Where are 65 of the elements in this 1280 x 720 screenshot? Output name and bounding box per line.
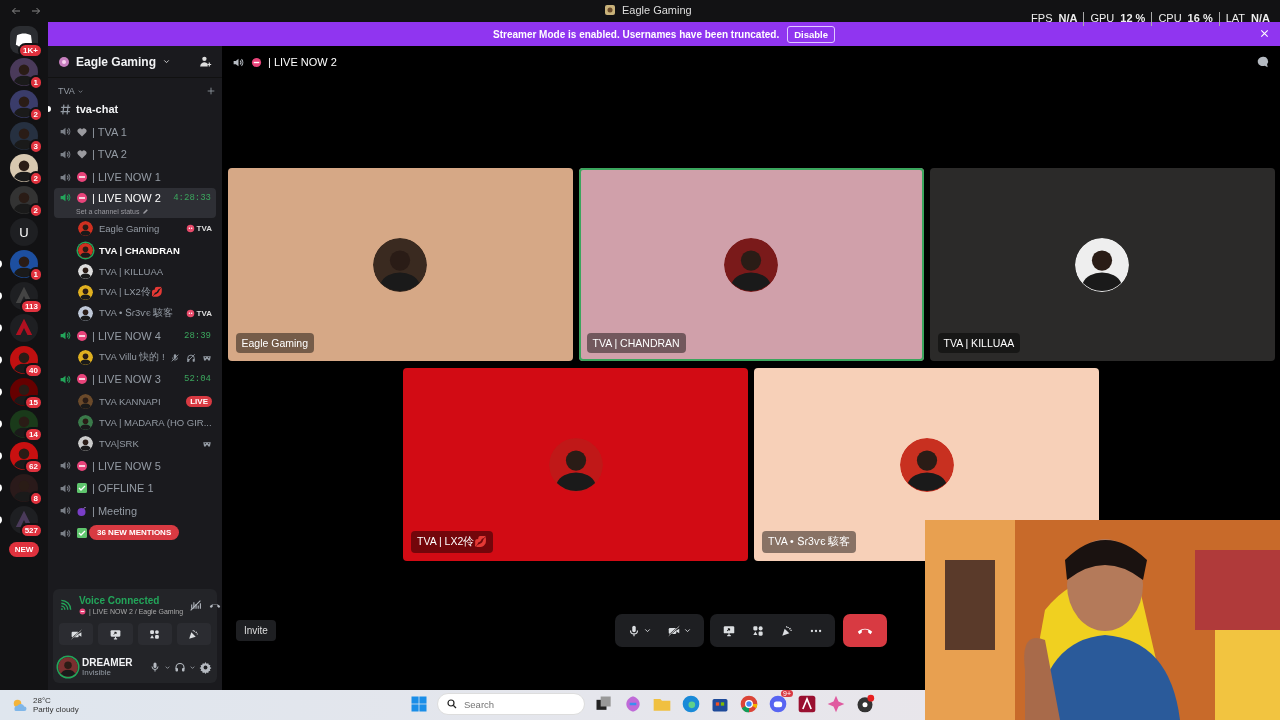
call-timer: 28:39 [184, 330, 211, 341]
stat-label: GPU [1090, 12, 1115, 26]
unread-badge: 15 [24, 395, 43, 410]
participant-name: TVA | CHANDRAN [586, 333, 686, 353]
server-icon[interactable]: U [10, 218, 38, 246]
channel-item[interactable]: | Meeting [54, 499, 216, 523]
channel-item[interactable]: | LIVE NOW 3 52:04 [54, 368, 216, 391]
stat-value: N/A [1058, 12, 1078, 26]
participant-name: TVA | KILLUAA [937, 333, 1021, 353]
participant-name: TVA | LX2伶💋 [411, 531, 494, 553]
stat-label: LAT [1225, 12, 1246, 26]
user-name[interactable]: TVA|SRK [99, 438, 196, 450]
channel-item[interactable]: tva-chat [54, 98, 216, 121]
stat-value: 16 % [1187, 12, 1213, 26]
new-badge: NEW [8, 542, 40, 557]
channel-title: | LIVE NOW 2 [268, 56, 337, 68]
call-timer: 52:04 [184, 374, 211, 385]
temperature: 28°C [33, 696, 52, 705]
stat-label: FPS [1031, 12, 1053, 26]
user-name[interactable]: TVA | KILLUAA [99, 265, 212, 277]
unread-badge: 113 [20, 299, 43, 314]
window-title: Eagle Gaming [622, 4, 692, 16]
unread-badge: 40 [24, 363, 43, 378]
video-tile[interactable]: TVA | KILLUAA [929, 168, 1275, 361]
banner-message: Streamer Mode is enabled. Usernames have been truncated. [493, 28, 780, 40]
unread-badge: 1K+ [18, 43, 43, 58]
stat-label: CPU [1158, 12, 1182, 26]
participant-name: Eagle Gaming [235, 333, 315, 353]
channel-item[interactable]: | LIVE NOW 4 28:39 [54, 324, 216, 347]
user-name[interactable]: TVA | CHANDRAN [99, 244, 212, 256]
live-badge: LIVE [186, 395, 212, 407]
user-name[interactable]: TVA Villu 快的 ! [99, 351, 164, 364]
channel-name: | LIVE NOW 2 [92, 191, 162, 204]
stat-value: 12 % [1120, 12, 1146, 26]
channel-item[interactable]: | OFFLINE 1 [54, 476, 216, 500]
channel-item[interactable]: | TVA 1 [54, 120, 216, 144]
server-name[interactable]: Eagle Gaming [76, 54, 157, 69]
user-status: Invisible [82, 668, 112, 677]
user-name[interactable]: TVA | LX2伶💋 [99, 286, 212, 300]
unread-badge: 14 [24, 427, 43, 442]
unread-badge: 527 [19, 523, 43, 538]
video-tile[interactable]: Eagle Gaming [227, 168, 573, 361]
invite-button[interactable]: Invite [236, 620, 276, 641]
voice-status-title: Voice Connected [79, 595, 161, 606]
channel-item[interactable]: | LIVE NOW 5 [54, 454, 216, 477]
stat-value: N/A [1251, 12, 1270, 26]
disable-button[interactable]: Disable [787, 25, 835, 43]
user-name[interactable]: TVA • Տɾ3ⱱє 駭客 [99, 307, 180, 321]
user-name[interactable]: TVA KANNAPI [99, 395, 181, 407]
category-label[interactable]: TVA [58, 86, 75, 96]
search-field[interactable]: Search [437, 693, 585, 715]
unread-badge: 62 [24, 459, 43, 474]
call-timer: 4:28:33 [173, 192, 211, 203]
user-name: DREAMER [82, 657, 133, 668]
channel-item[interactable]: | TVA 2 [54, 143, 216, 166]
clan-tag: TVA [196, 224, 212, 234]
clan-tag: TVA [196, 309, 212, 319]
participant-name: TVA • Տɾ3ⱱє 駭客 [762, 531, 857, 553]
user-name[interactable]: TVA | MADARA (HO GIR... [99, 416, 212, 428]
weather-condition: Partly cloudy [33, 705, 79, 714]
video-tile[interactable]: TVA | CHANDRAN [578, 168, 924, 361]
channel-item[interactable]: | LIVE NOW 1 [54, 165, 216, 189]
user-name[interactable]: Eagle Gaming [99, 223, 180, 235]
video-tile[interactable]: TVA | LX2伶💋 [403, 368, 748, 561]
mentions-pill[interactable]: 36 NEW MENTIONS [89, 525, 180, 541]
